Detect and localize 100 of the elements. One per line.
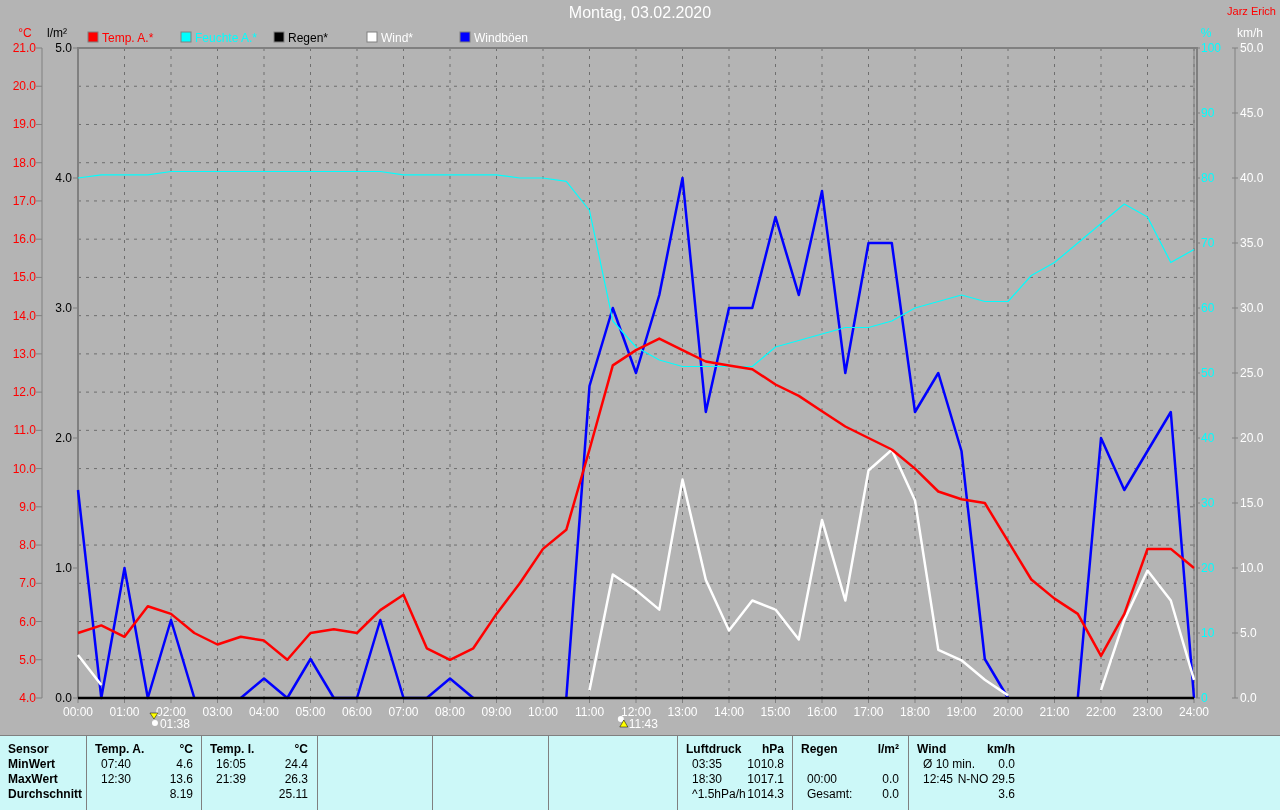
- axis-tick-label: 80: [1201, 171, 1215, 185]
- legend-label: Wind*: [381, 31, 414, 45]
- axis-tick-label: 40: [1201, 431, 1215, 445]
- measure-value: 8.19: [169, 787, 193, 802]
- author-name: Jarz Erich: [1227, 5, 1276, 18]
- time-value: 07:40: [100, 757, 132, 772]
- axis-tick-label: 10.0: [1240, 561, 1264, 575]
- axis-tick-label: 10: [1201, 626, 1215, 640]
- axis-tick-label: 30.0: [1240, 301, 1264, 315]
- axis-tick-label: 13.0: [12, 346, 36, 361]
- axis-tick-label: 11:00: [574, 705, 605, 719]
- axis-tick-label: 08:00: [435, 705, 465, 719]
- legend-label: Regen*: [288, 31, 329, 45]
- axis-tick-label: 02:00: [156, 705, 186, 719]
- axis-tick-label: 20.0: [12, 79, 36, 94]
- section-title: Regen: [801, 742, 838, 757]
- measure-value: 1014.3: [747, 787, 784, 802]
- axis-tick-label: 17.0: [12, 193, 36, 208]
- measure-value: 1010.8: [747, 757, 784, 772]
- axis-tick-label: 15.0: [12, 270, 36, 285]
- axis-tick-label: 12.0: [12, 385, 36, 400]
- axis-tick-label: 5.0: [55, 41, 72, 55]
- axis-tick-label: 01:00: [109, 705, 140, 719]
- chart-title: Montag, 03.02.2020: [568, 4, 712, 22]
- row-label: Durchschnitt: [8, 787, 83, 802]
- time-value: 18:30: [691, 772, 723, 787]
- axis-tick-label: 0.0: [1240, 691, 1257, 705]
- axis-tick-label: 22:00: [1086, 705, 1116, 719]
- legend-item: Regen*: [273, 31, 329, 45]
- time-value: 12:45: [922, 772, 954, 787]
- time-value: 03:35: [691, 757, 723, 772]
- section-title: Luftdruck: [686, 742, 742, 757]
- row-label: MinWert: [8, 757, 57, 772]
- section-unit: km/h: [987, 742, 1015, 757]
- axis-tick-label: 24:00: [1179, 705, 1209, 719]
- axis-tick-label: 21.0: [12, 41, 36, 55]
- measure-value: 13.6: [169, 772, 193, 787]
- axis-tick-label: 20: [1201, 561, 1215, 575]
- row-label: MaxWert: [8, 772, 59, 787]
- row-label: Sensor: [8, 742, 50, 757]
- axis-tick-label: 25.0: [1240, 366, 1264, 380]
- axis-tick-label: 60: [1201, 301, 1215, 315]
- axis-tick-label: 20.0: [1240, 431, 1264, 445]
- axis-tick-label: 2.0: [55, 431, 72, 445]
- section-unit: hPa: [762, 742, 784, 757]
- axis-tick-label: 11.0: [13, 423, 36, 438]
- axis-tick-label: 13:00: [667, 705, 698, 719]
- axis-tick-label: 0: [1201, 691, 1208, 705]
- axis-tick-label: 4.0: [19, 691, 36, 705]
- axis-tick-label: 16.0: [12, 232, 36, 247]
- axis-tick-label: 14:00: [714, 705, 744, 719]
- axis-tick-label: 5.0: [1240, 626, 1257, 640]
- measure-value: 0.0: [882, 772, 899, 787]
- measure-value: 0.0: [882, 787, 899, 802]
- marker-time: 01:38: [159, 717, 190, 731]
- section-title: Temp. A.: [95, 742, 145, 757]
- measure-value: 25.11: [278, 787, 308, 802]
- measure-value: 0.0: [998, 757, 1015, 772]
- axis-tick-label: 23:00: [1132, 705, 1163, 719]
- time-value: 16:05: [215, 757, 247, 772]
- axis-tick-label: 09:00: [481, 705, 512, 719]
- legend-item: Windböen: [459, 31, 529, 45]
- time-value: 00:00: [806, 772, 838, 787]
- time-value: 12:30: [100, 772, 132, 787]
- section-unit: l/m²: [877, 742, 899, 757]
- axis-tick-label: 04:00: [249, 705, 279, 719]
- axis-tick-label: 7.0: [19, 576, 36, 591]
- axis-tick-label: 50.0: [1240, 41, 1264, 55]
- section-unit: °C: [294, 742, 308, 757]
- axis-tick-label: 05:00: [295, 705, 326, 719]
- axis-tick-label: 6.0: [19, 614, 36, 629]
- axis-tick-label: 1.0: [55, 561, 72, 575]
- axis-tick-label: 8.0: [19, 538, 36, 553]
- axis-tick-label: 0.0: [55, 691, 72, 705]
- axis-tick-label: 06:00: [342, 705, 372, 719]
- axis-tick-label: 10:00: [528, 705, 558, 719]
- legend-item: Feuchte A.*: [180, 31, 258, 45]
- axis-tick-label: 35.0: [1240, 236, 1264, 250]
- time-value: Ø 10 min.: [922, 757, 976, 772]
- axis-tick-label: 15:00: [760, 705, 791, 719]
- axis-tick-label: 19.0: [12, 117, 36, 132]
- section-unit: °C: [179, 742, 193, 757]
- axis-tick-label: 50: [1201, 366, 1215, 380]
- measure-value: 24.4: [284, 757, 308, 772]
- time-value: Gesamt:: [806, 787, 853, 802]
- axis-tick-label: 90: [1201, 106, 1215, 120]
- axis-tick-label: 18:00: [900, 705, 930, 719]
- axis-tick-label: 17:00: [853, 705, 884, 719]
- legend-label: Windböen: [474, 31, 529, 45]
- axis-tick-label: 45.0: [1240, 106, 1264, 120]
- axis-tick-label: 20:00: [993, 705, 1023, 719]
- axis-tick-label: 15.0: [1240, 496, 1264, 510]
- axis-tick-label: 9.0: [19, 499, 36, 514]
- axis-tick-label: 19:00: [946, 705, 977, 719]
- axis-tick-label: 18.0: [12, 155, 36, 170]
- axis-tick-label: 07:00: [388, 705, 419, 719]
- measure-value: 1017.1: [747, 772, 784, 787]
- axis-tick-label: 03:00: [202, 705, 233, 719]
- legend-item: Temp. A.*: [87, 31, 154, 45]
- axis-tick-label: 10.0: [12, 461, 36, 476]
